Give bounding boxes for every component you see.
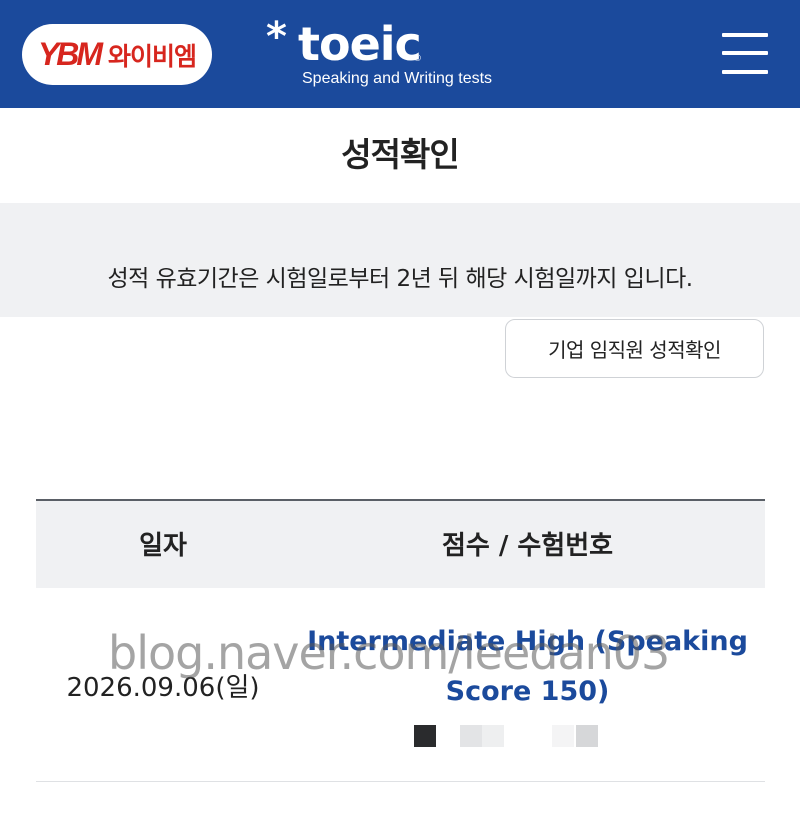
validity-notice: 성적 유효기간은 시험일로부터 2년 뒤 해당 시험일까지 입니다. xyxy=(0,203,800,317)
app-header: YBM 와이비엠 * toeic ® Speaking and Writing … xyxy=(0,0,800,108)
page-title: 성적확인 xyxy=(341,135,459,174)
ybm-logo-text: 와이비엠 xyxy=(108,41,197,71)
table-row: 2026.09.06(일) Intermediate High (Speakin… xyxy=(36,589,765,782)
score-result-link[interactable]: Intermediate High (Speaking Score 150) xyxy=(290,617,765,717)
toeic-subtitle: Speaking and Writing tests xyxy=(302,70,493,87)
ybm-logo-mark: YBM xyxy=(37,36,103,72)
corporate-score-check-button[interactable]: 기업 임직원 성적확인 xyxy=(505,319,764,378)
score-table-header: 일자 점수 / 수험번호 xyxy=(36,499,765,588)
column-header-score: 점수 / 수험번호 xyxy=(441,531,614,561)
column-header-date: 일자 xyxy=(139,531,187,561)
validity-notice-text: 성적 유효기간은 시험일로부터 2년 뒤 해당 시험일까지 입니다. xyxy=(107,266,693,292)
exam-date: 2026.09.06(일) xyxy=(66,673,260,703)
hamburger-menu-icon[interactable] xyxy=(722,33,768,75)
registered-mark-icon: ® xyxy=(413,54,422,64)
toeic-wordmark: toeic xyxy=(298,17,422,71)
ybm-logo[interactable]: YBM 와이비엠 xyxy=(22,24,212,85)
toeic-asterisk-icon: * xyxy=(266,14,287,60)
